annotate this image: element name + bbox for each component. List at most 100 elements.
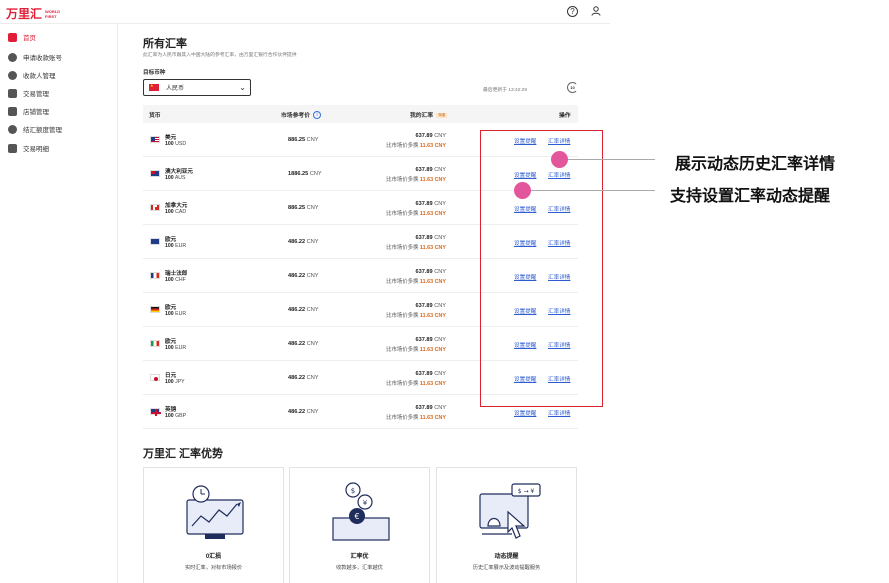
currency-amount: 100 xyxy=(165,379,174,385)
my-rate: 637.89 CNY xyxy=(416,201,446,207)
info-icon[interactable]: i xyxy=(313,111,321,120)
flag-fr-icon xyxy=(150,272,160,279)
header-market-label: 市场参考价 xyxy=(281,113,310,119)
flag-gb-icon xyxy=(150,408,161,416)
currency-amount: 100 xyxy=(165,345,174,351)
my-rate-unit: CNY xyxy=(434,371,446,377)
my-rate: 637.89 CNY xyxy=(416,371,446,377)
sidebar-item[interactable]: 交易管理 xyxy=(8,86,49,100)
chevron-down-icon: ⌄ xyxy=(239,83,246,92)
user-circle-icon xyxy=(8,70,17,80)
flag-ca-icon xyxy=(150,204,160,211)
rate-gain: 比市场价多换 11.63 CNY xyxy=(386,141,446,149)
market-price: 886.25 CNY xyxy=(288,205,318,211)
sidebar-item-label: 收款人管理 xyxy=(23,73,56,80)
sidebar: 首页申请收款账号收款人管理交易管理店铺管理结汇额度管理交易明细 xyxy=(0,24,118,583)
header-my-rate: 我的汇率 特惠 xyxy=(410,110,448,119)
market-unit: CNY xyxy=(306,307,319,313)
gain-value: 11.63 CNY xyxy=(419,279,446,285)
market-unit: CNY xyxy=(306,239,319,245)
card-description: 实时汇率，对标市场报价 xyxy=(184,565,243,571)
sidebar-item[interactable]: 店铺管理 xyxy=(8,104,49,118)
marker-dot-alert xyxy=(514,182,531,199)
currency-unit: 100 GBP xyxy=(165,413,186,419)
sidebar-item-label: 首页 xyxy=(23,35,36,42)
highlight-box xyxy=(480,130,603,407)
gain-value: 11.63 CNY xyxy=(419,313,446,319)
advantage-card-zero-loss: 0汇损 实时汇率，对标市场报价 xyxy=(143,467,284,583)
callout-line-alert xyxy=(522,190,655,191)
sidebar-item[interactable]: 交易明细 xyxy=(8,141,49,155)
bell-alert-icon: $ → ¥ xyxy=(479,483,541,539)
market-value: 486.22 xyxy=(288,239,306,245)
rate-gain: 比市场价多换 11.63 CNY xyxy=(386,413,446,421)
market-price: 486.22 CNY xyxy=(288,273,318,279)
my-rate: 637.89 CNY xyxy=(416,337,446,343)
currency-name: 加拿大元 xyxy=(165,203,188,209)
currency-code: CAD xyxy=(175,209,187,215)
gain-prefix: 比市场价多换 xyxy=(386,313,419,319)
currency-unit: 100 EUR xyxy=(165,345,186,351)
header-market-price: 市场参考价 i xyxy=(281,110,321,120)
user-icon[interactable] xyxy=(590,6,602,18)
target-currency-label: 目标币种 xyxy=(143,70,166,76)
exchange-glyph: $ → ¥ xyxy=(518,488,535,495)
flag-it-icon xyxy=(150,340,160,347)
my-rate-unit: CNY xyxy=(434,303,446,309)
market-price: 486.22 CNY xyxy=(288,409,318,415)
currency-unit: 100 EUR xyxy=(165,311,186,317)
sidebar-item[interactable]: 首页 xyxy=(8,30,36,44)
market-value: 1886.25 xyxy=(288,171,309,177)
currency-code: EUR xyxy=(175,243,187,249)
flag-de-icon xyxy=(150,306,160,313)
rate-detail-link[interactable]: 汇率详情 xyxy=(548,409,570,417)
refresh-countdown-icon[interactable]: 10 xyxy=(567,82,578,93)
gain-value: 11.63 CNY xyxy=(419,211,446,217)
help-circle-icon[interactable]: ? xyxy=(567,6,578,17)
rate-gain: 比市场价多换 11.63 CNY xyxy=(386,243,446,251)
sidebar-item-label: 结汇额度管理 xyxy=(23,127,62,134)
market-unit: CNY xyxy=(306,273,319,279)
my-rate-value: 637.89 xyxy=(415,167,433,173)
market-price: 1886.25 CNY xyxy=(288,171,322,177)
list-icon xyxy=(8,143,17,153)
header-icons: ? xyxy=(567,6,602,18)
coins-icon xyxy=(8,124,17,134)
my-rate-unit: CNY xyxy=(434,133,446,139)
target-currency-select[interactable]: 人民币 ⌄ xyxy=(143,79,251,96)
header-action: 操作 xyxy=(559,113,571,119)
sidebar-item[interactable]: 收款人管理 xyxy=(8,68,56,82)
market-value: 486.22 xyxy=(288,341,306,347)
my-rate: 637.89 CNY xyxy=(416,405,446,411)
svg-text:€: € xyxy=(354,512,359,521)
my-rate: 637.89 CNY xyxy=(416,303,446,309)
currency-code: JPY xyxy=(175,379,185,385)
gain-prefix: 比市场价多换 xyxy=(386,381,419,387)
gain-value: 11.63 CNY xyxy=(419,177,446,183)
market-value: 886.25 xyxy=(288,205,306,211)
gain-value: 11.63 CNY xyxy=(419,381,446,387)
rate-gain: 比市场价多换 11.63 CNY xyxy=(386,311,446,319)
currency-unit: 100 JPY xyxy=(165,379,185,385)
last-update-time: 最后更新于 13:42:29 xyxy=(483,88,527,93)
currency-name: 欧元 xyxy=(165,237,177,243)
logo[interactable]: 万里汇 WORLD FIRST xyxy=(6,5,69,22)
gain-prefix: 比市场价多换 xyxy=(386,279,419,285)
currency-amount: 100 xyxy=(165,175,174,181)
my-rate-value: 637.89 xyxy=(415,235,433,241)
gain-prefix: 比市场价多换 xyxy=(386,177,419,183)
card-description: 历史汇率展示及波动提醒服务 xyxy=(472,565,541,571)
currency-amount: 100 xyxy=(165,243,174,249)
sidebar-item[interactable]: 申请收款账号 xyxy=(8,50,62,64)
currency-name: 日元 xyxy=(165,373,177,379)
market-unit: CNY xyxy=(309,171,322,177)
currency-code: EUR xyxy=(175,345,187,351)
header-currency: 货币 xyxy=(149,113,161,119)
card-description: 收款越多，汇率越优 xyxy=(336,565,383,571)
market-unit: CNY xyxy=(306,205,319,211)
logo-subtext: WORLD FIRST xyxy=(45,8,61,19)
my-rate: 637.89 CNY xyxy=(416,133,446,139)
sidebar-item[interactable]: 结汇额度管理 xyxy=(8,122,62,136)
advantage-card-alerts: $ → ¥ 动态提醒 历史汇率展示及波动提醒服务 xyxy=(436,467,577,583)
set-alert-link[interactable]: 设置提醒 xyxy=(514,409,536,417)
